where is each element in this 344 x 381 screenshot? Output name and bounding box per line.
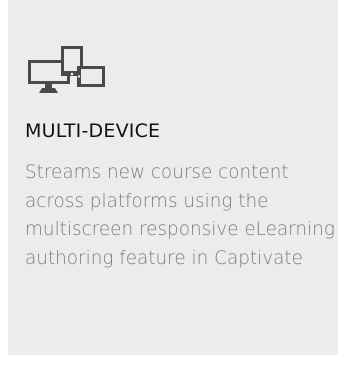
multi-device-icon [26,44,126,94]
feature-description: Streams new course content across platfo… [25,162,335,269]
feature-card: MULTI-DEVICE Streams new course content … [8,0,338,355]
feature-title: MULTI-DEVICE [25,120,161,142]
